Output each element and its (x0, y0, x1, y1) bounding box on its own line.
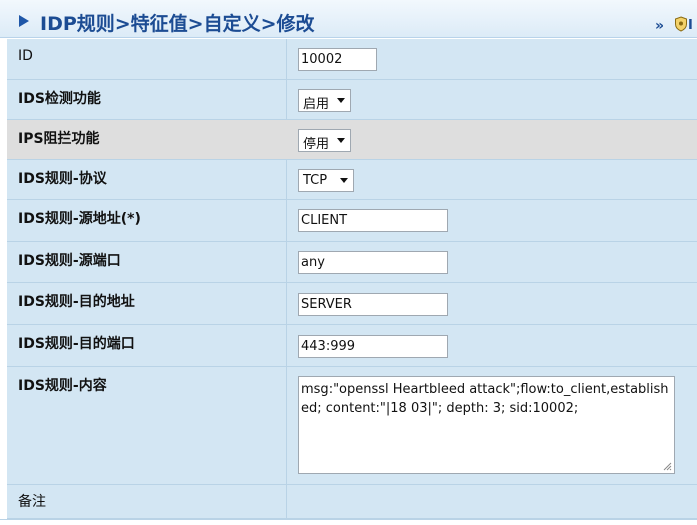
dst-addr-label: IDS规则-目的地址 (18, 294, 135, 310)
dst-port-label: IDS规则-目的端口 (18, 336, 135, 352)
header-truncated-text: I (688, 18, 693, 33)
rule-edit-form: ID 10002 IDS检测功能 启用 IPS阻拦功能 停用 IDS规则-协议 … (7, 39, 697, 519)
shield-lock-icon[interactable] (674, 16, 688, 32)
ips-block-select[interactable]: 停用 (298, 129, 351, 152)
content-label: IDS规则-内容 (18, 378, 107, 394)
ips-block-selected: 停用 (303, 137, 330, 152)
src-port-label: IDS规则-源端口 (18, 253, 121, 269)
ids-detect-select[interactable]: 启用 (298, 89, 351, 112)
dst-addr-input[interactable]: SERVER (298, 293, 448, 316)
protocol-selected: TCP (303, 173, 328, 188)
page-header: IDP规则>特征值>自定义>修改 » I (0, 0, 697, 38)
play-arrow-icon (19, 15, 29, 27)
id-input[interactable]: 10002 (298, 48, 377, 71)
dst-port-input[interactable]: 443:999 (298, 335, 448, 358)
resize-grip-icon[interactable] (663, 462, 672, 471)
chevron-down-icon (337, 138, 345, 143)
src-addr-label: IDS规则-源地址(*) (18, 211, 141, 227)
row-note: 备注 (7, 485, 697, 519)
ids-detect-selected: 启用 (303, 97, 330, 112)
page-bottom-edge (0, 519, 697, 525)
row-ids-detect: IDS检测功能 (7, 80, 697, 120)
id-label: ID (18, 48, 33, 64)
expand-more-button[interactable]: » (655, 18, 664, 34)
src-addr-input[interactable]: CLIENT (298, 209, 448, 232)
chevron-down-icon (337, 98, 345, 103)
chevron-down-icon (340, 178, 348, 183)
protocol-label: IDS规则-协议 (18, 171, 107, 187)
content-text: msg:"openssl Heartbleed attack";flow:to_… (301, 382, 669, 416)
page-title: IDP规则>特征值>自定义>修改 (40, 13, 315, 35)
note-label: 备注 (18, 494, 46, 510)
ips-block-label: IPS阻拦功能 (18, 131, 100, 147)
src-port-input[interactable]: any (298, 251, 448, 274)
protocol-select[interactable]: TCP (298, 169, 354, 192)
ids-detect-label: IDS检测功能 (18, 91, 101, 107)
row-ips-block: IPS阻拦功能 (7, 120, 697, 160)
content-textarea[interactable]: msg:"openssl Heartbleed attack";flow:to_… (298, 376, 675, 474)
